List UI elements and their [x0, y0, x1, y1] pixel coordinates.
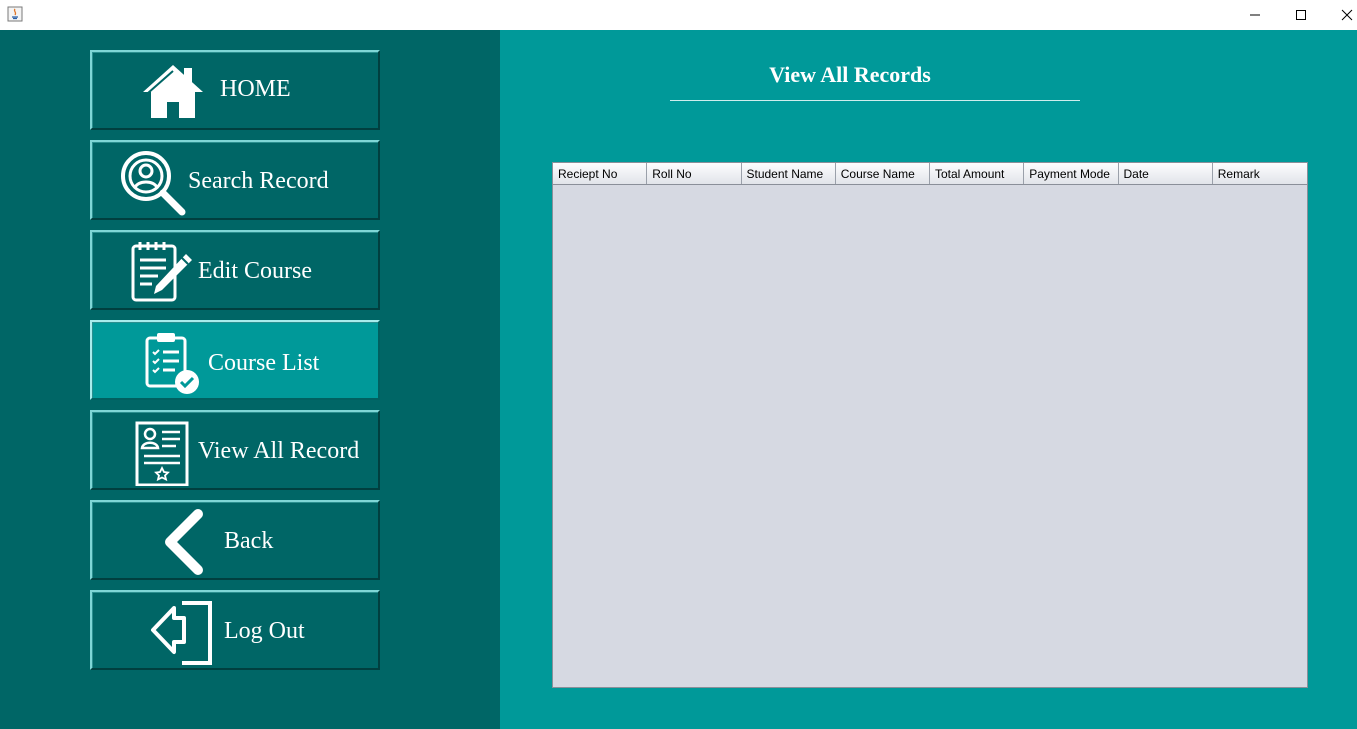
course-list-button[interactable]: Course List [90, 320, 380, 400]
sidebar: HOME Search Record Edit Course Course Li… [0, 30, 500, 729]
logout-icon [151, 601, 212, 665]
home-icon [143, 65, 203, 118]
home-button[interactable]: HOME [90, 50, 380, 130]
nav-label-home: HOME [220, 76, 291, 102]
nav-label-course-list: Course List [208, 350, 320, 376]
java-app-icon [7, 6, 23, 22]
column-header-course-name[interactable]: Course Name [836, 163, 930, 184]
nav-label-back: Back [224, 528, 274, 554]
column-header-remark[interactable]: Remark [1213, 163, 1307, 184]
records-table[interactable]: Reciept No Roll No Student Name Course N… [552, 162, 1308, 688]
page-title: View All Records [769, 62, 931, 87]
main-panel: View All Records Reciept No Roll No Stud… [500, 30, 1357, 729]
nav-label-view-all-record: View All Record [198, 438, 360, 464]
column-header-total-amount[interactable]: Total Amount [930, 163, 1025, 184]
close-icon[interactable] [1324, 0, 1357, 30]
table-header: Reciept No Roll No Student Name Course N… [553, 163, 1307, 185]
column-header-date[interactable]: Date [1119, 163, 1213, 184]
logout-button[interactable]: Log Out [90, 590, 380, 670]
nav-label-edit-course: Edit Course [198, 258, 312, 284]
window-titlebar [0, 0, 1357, 30]
nav-label-search-record: Search Record [188, 168, 329, 194]
view-all-record-button[interactable]: View All Record [90, 410, 380, 490]
title-underline [670, 100, 1080, 101]
search-record-button[interactable]: Search Record [90, 140, 380, 220]
edit-notepad-icon [131, 242, 192, 302]
search-user-icon [121, 151, 186, 216]
chevron-left-icon [165, 509, 203, 575]
column-header-student-name[interactable]: Student Name [742, 163, 836, 184]
maximize-icon[interactable] [1278, 0, 1324, 30]
column-header-payment-mode[interactable]: Payment Mode [1024, 163, 1119, 184]
minimize-icon[interactable] [1232, 0, 1278, 30]
checklist-clipboard-icon [145, 333, 199, 394]
certificate-icon [135, 421, 189, 486]
nav-label-logout: Log Out [224, 618, 305, 644]
column-header-reciept-no[interactable]: Reciept No [553, 163, 648, 184]
column-header-roll-no[interactable]: Roll No [647, 163, 742, 184]
edit-course-button[interactable]: Edit Course [90, 230, 380, 310]
back-button[interactable]: Back [90, 500, 380, 580]
